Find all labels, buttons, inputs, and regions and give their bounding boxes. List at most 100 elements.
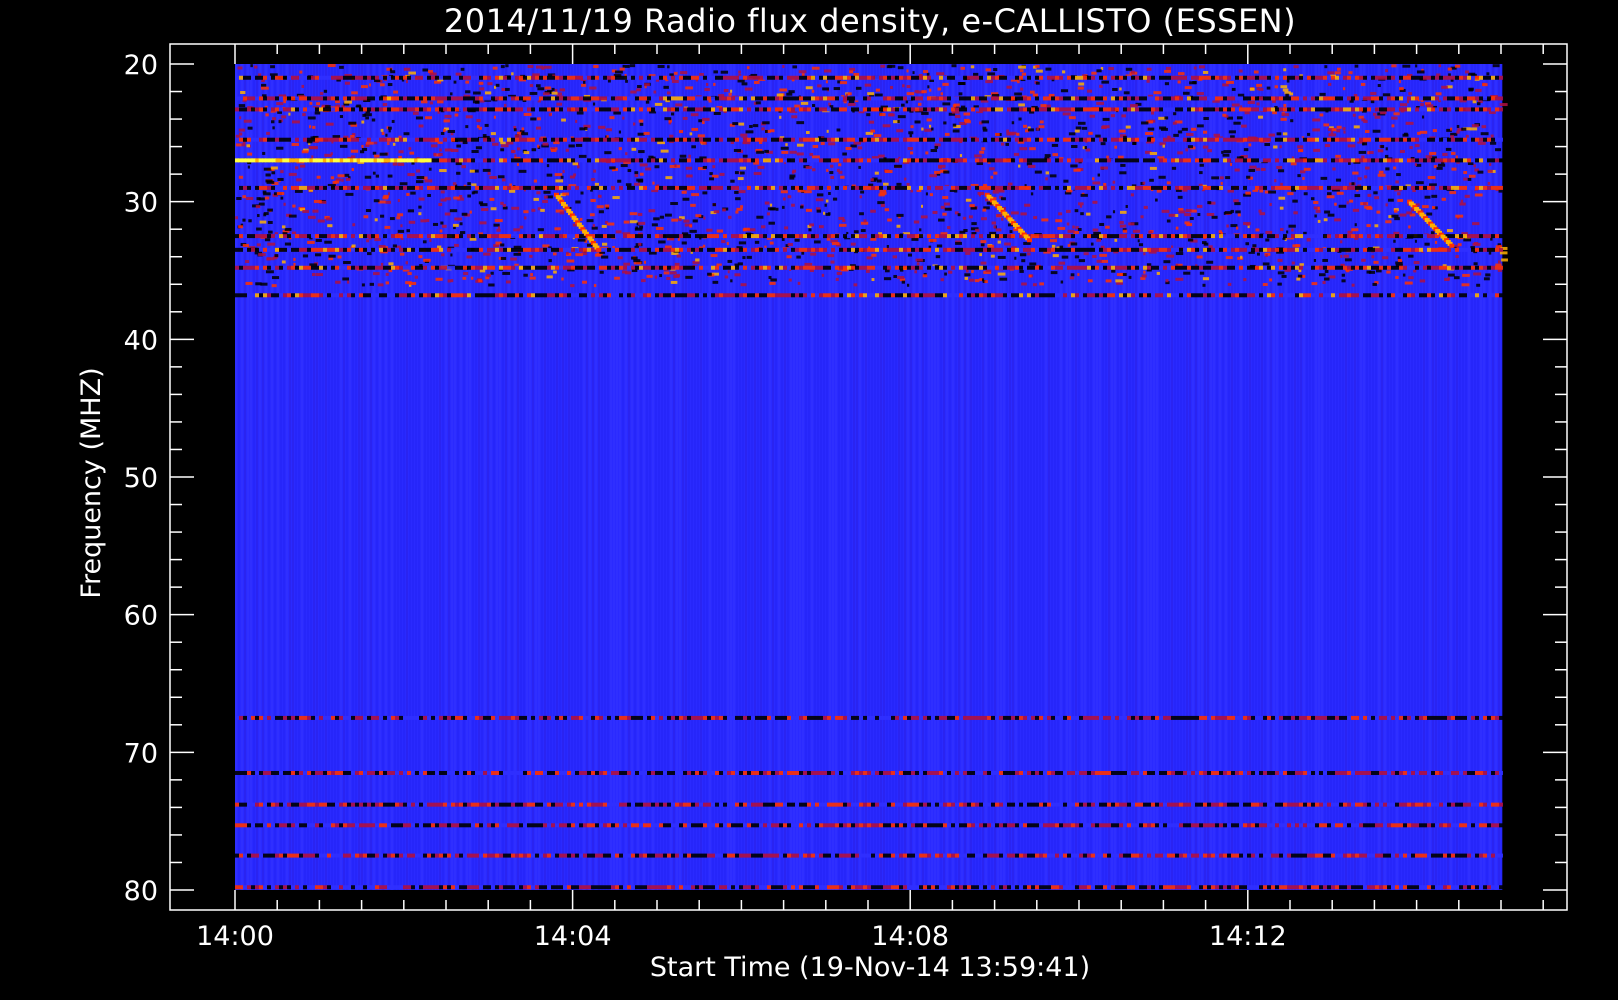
band-cell bbox=[919, 107, 923, 112]
heatmap-cell bbox=[1078, 202, 1084, 206]
band-cell bbox=[1483, 96, 1487, 101]
heatmap-cell bbox=[377, 283, 384, 287]
band-cell bbox=[1419, 137, 1423, 142]
band-cell bbox=[1139, 137, 1143, 142]
heatmap-cell bbox=[622, 116, 625, 120]
heatmap-cell bbox=[1237, 213, 1241, 217]
heatmap-cell bbox=[1268, 190, 1277, 194]
heatmap-cell bbox=[905, 100, 909, 104]
band-cell bbox=[687, 158, 691, 163]
heatmap-cell bbox=[648, 155, 654, 159]
heatmap-cell bbox=[926, 72, 930, 76]
band-cell bbox=[643, 137, 647, 142]
band-cell bbox=[927, 137, 931, 142]
band-cell bbox=[1415, 96, 1419, 101]
heatmap-cell bbox=[1106, 155, 1109, 159]
heatmap-cell bbox=[666, 276, 671, 280]
band-cell bbox=[1179, 158, 1183, 163]
band-cell bbox=[695, 158, 699, 163]
band-cell bbox=[1159, 96, 1163, 101]
heatmap-cell bbox=[631, 147, 637, 151]
heatmap-cell bbox=[792, 169, 797, 173]
heatmap-cell bbox=[1114, 238, 1118, 242]
heatmap-cell bbox=[670, 112, 675, 116]
heatmap-cell bbox=[1202, 241, 1207, 245]
band-cell bbox=[1171, 96, 1175, 101]
band-cell bbox=[919, 96, 923, 101]
band-cell bbox=[299, 185, 303, 190]
band-cell bbox=[391, 137, 395, 142]
band-cell bbox=[1311, 75, 1315, 80]
band-cell bbox=[1267, 75, 1271, 80]
band-cell bbox=[1275, 107, 1279, 112]
band-cell bbox=[559, 185, 563, 190]
heatmap-cell bbox=[554, 89, 558, 93]
band-cell bbox=[979, 185, 983, 190]
heatmap-cell bbox=[867, 92, 875, 96]
heatmap-cell bbox=[1476, 283, 1481, 287]
band-cell bbox=[943, 75, 947, 80]
band-cell bbox=[1387, 96, 1391, 101]
heatmap-cell bbox=[415, 116, 423, 120]
band-cell bbox=[387, 234, 391, 239]
heatmap-cell bbox=[1091, 71, 1097, 75]
heatmap-cell bbox=[1177, 72, 1185, 76]
band-cell bbox=[951, 137, 955, 142]
heatmap-cell bbox=[1394, 209, 1398, 213]
band-cell bbox=[387, 137, 391, 142]
band-cell bbox=[483, 75, 487, 80]
band-cell bbox=[995, 185, 999, 190]
band-cell bbox=[651, 185, 655, 190]
band-cell bbox=[431, 107, 435, 112]
band-cell bbox=[743, 185, 747, 190]
band-cell bbox=[355, 185, 359, 190]
band-cell bbox=[439, 75, 443, 80]
heatmap-cell bbox=[1128, 275, 1132, 279]
heatmap-cell bbox=[1365, 166, 1370, 170]
band-cell bbox=[307, 96, 311, 101]
band-cell bbox=[455, 107, 459, 112]
heatmap-cell bbox=[915, 258, 923, 262]
band-cell bbox=[423, 185, 427, 190]
heatmap-cell bbox=[704, 88, 710, 92]
band-cell bbox=[323, 107, 327, 112]
heatmap-cell bbox=[1112, 210, 1116, 214]
heatmap-cell bbox=[850, 242, 856, 246]
band-cell bbox=[799, 75, 803, 80]
band-cell bbox=[547, 185, 551, 190]
band-cell bbox=[935, 75, 939, 80]
band-cell bbox=[327, 75, 331, 80]
heatmap-cell bbox=[245, 281, 253, 285]
heatmap-cell bbox=[832, 197, 838, 201]
heatmap-cell bbox=[238, 175, 244, 179]
band-cell bbox=[1035, 75, 1039, 80]
band-cell bbox=[543, 107, 547, 112]
heatmap-cell bbox=[1100, 166, 1108, 170]
band-cell bbox=[1247, 137, 1251, 142]
band-cell bbox=[271, 137, 275, 142]
heatmap-cell bbox=[559, 88, 566, 92]
band-cell bbox=[1419, 96, 1423, 101]
heatmap-cell bbox=[380, 83, 385, 87]
band-cell bbox=[1411, 107, 1415, 112]
band-cell bbox=[803, 75, 807, 80]
heatmap-cell bbox=[271, 120, 275, 124]
heatmap-cell bbox=[403, 132, 410, 136]
heatmap-cell bbox=[1074, 255, 1080, 259]
heatmap-cell bbox=[324, 240, 332, 244]
heatmap-cell bbox=[870, 237, 877, 241]
heatmap-cell bbox=[686, 174, 693, 178]
band-cell bbox=[779, 137, 783, 142]
band-cell bbox=[1407, 75, 1411, 80]
heatmap-cell bbox=[1456, 130, 1460, 134]
band-cell bbox=[1003, 185, 1007, 190]
heatmap-cell bbox=[437, 100, 444, 104]
heatmap-cell bbox=[1132, 229, 1141, 233]
heatmap-cell bbox=[1373, 260, 1379, 264]
heatmap-cell bbox=[847, 92, 852, 96]
band-cell bbox=[551, 137, 555, 142]
heatmap-cell bbox=[836, 271, 843, 275]
band-cell bbox=[367, 137, 371, 142]
band-cell bbox=[887, 96, 891, 101]
band-cell bbox=[823, 158, 827, 163]
